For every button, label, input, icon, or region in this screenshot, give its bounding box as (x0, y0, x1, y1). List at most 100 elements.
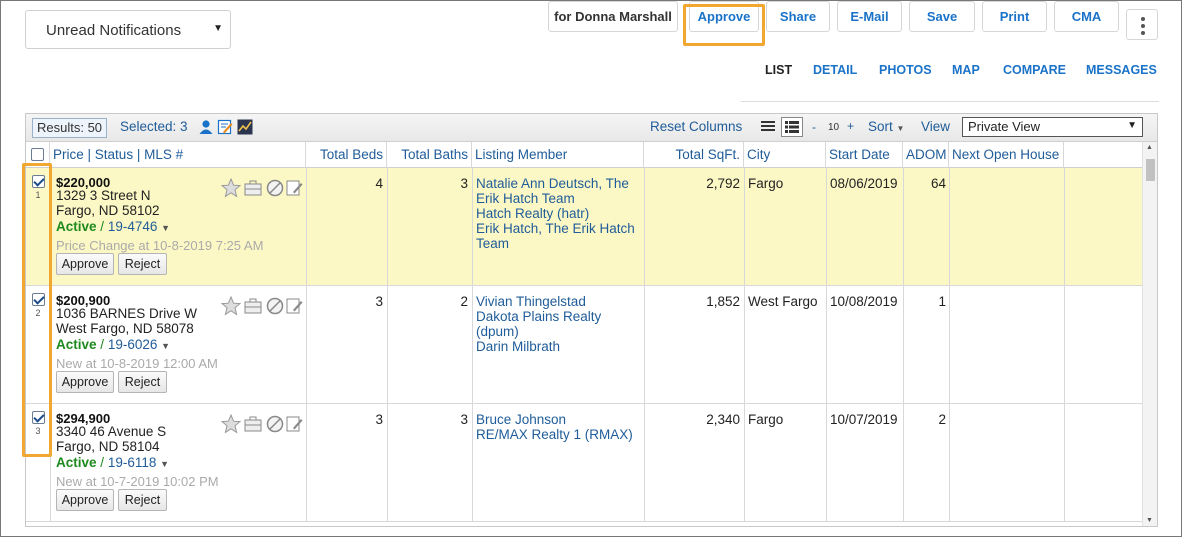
person-icon[interactable] (198, 119, 214, 135)
print-button[interactable]: Print (982, 1, 1047, 32)
member-line: RE/MAX Realty 1 (RMAX) (476, 427, 633, 442)
share-button[interactable]: Share (766, 1, 830, 32)
selected-count[interactable]: Selected: 3 (120, 119, 188, 134)
favorite-star-icon[interactable] (221, 296, 241, 316)
row-checkbox[interactable] (32, 175, 45, 188)
row-checkbox[interactable] (32, 411, 45, 424)
email-button[interactable]: E-Mail (837, 1, 902, 32)
listing-member[interactable]: Natalie Ann Deutsch, The Erik Hatch Team… (476, 176, 641, 251)
view-select[interactable]: Private View ▼ (962, 117, 1143, 137)
approve-button[interactable]: Approve (689, 1, 759, 32)
market-chart-icon[interactable] (237, 119, 253, 135)
adom-value: 2 (938, 412, 946, 427)
edit-notes-icon[interactable] (217, 119, 233, 135)
notes-icon[interactable] (285, 414, 305, 434)
blank-column-header (1064, 142, 1143, 168)
start-date: 10/08/2019 (830, 294, 898, 309)
scrollbar-thumb[interactable] (1146, 159, 1155, 181)
table-row[interactable]: 1 $220,000 1329 3 Street N Fargo, ND 581… (26, 168, 1143, 286)
listing-member[interactable]: Vivian Thingelstad Dakota Plains Realty … (476, 294, 641, 354)
reject-listing-button[interactable]: Reject (118, 371, 167, 393)
tab-compare[interactable]: COMPARE (1003, 63, 1066, 77)
chevron-down-icon: ▼ (1127, 120, 1137, 131)
scroll-down-icon[interactable]: ▼ (1146, 517, 1153, 524)
grid-scrollbar[interactable]: ▲ ▼ (1142, 142, 1157, 526)
notes-icon[interactable] (285, 178, 305, 198)
chevron-down-icon: ▼ (896, 124, 905, 133)
chevron-down-icon[interactable]: ▼ (161, 223, 170, 233)
sort-dropdown[interactable]: Sort ▼ (868, 119, 904, 134)
member-line: Erik Hatch Team (476, 191, 575, 206)
approve-listing-button[interactable]: Approve (56, 253, 114, 275)
price-column-header[interactable]: Price (53, 147, 84, 162)
reject-listing-button[interactable]: Reject (118, 253, 167, 275)
listing-grid: Results: 50 Selected: 3 Reset Columns - … (25, 113, 1158, 527)
briefcase-icon[interactable] (243, 178, 263, 198)
listing-member[interactable]: Bruce Johnson RE/MAX Realty 1 (RMAX) (476, 412, 641, 442)
start-date-column-header[interactable]: Start Date (826, 142, 903, 168)
grid-header: Price | Status | MLS # Total Beds Total … (26, 142, 1157, 168)
listing-city: Fargo (748, 412, 784, 427)
listing-status: Active / 19-6026 ▼ (56, 337, 171, 352)
chevron-down-icon[interactable]: ▼ (161, 341, 170, 351)
notifications-dropdown[interactable]: Unread Notifications ▼ (25, 10, 231, 49)
listing-change-note: New at 10-7-2019 10:02 PM (56, 474, 219, 489)
city-column-header[interactable]: City (744, 142, 826, 168)
approve-listing-button[interactable]: Approve (56, 371, 114, 393)
mls-number-link[interactable]: 19-4746 (108, 219, 158, 234)
start-date: 10/07/2019 (830, 412, 898, 427)
reject-listing-button[interactable]: Reject (118, 489, 167, 511)
tab-list[interactable]: LIST (765, 63, 792, 77)
member-line: Bruce Johnson (476, 412, 567, 427)
briefcase-icon[interactable] (243, 296, 263, 316)
chevron-down-icon[interactable]: ▼ (160, 459, 169, 469)
briefcase-icon[interactable] (243, 414, 263, 434)
mls-number-link[interactable]: 19-6118 (108, 455, 157, 470)
row-action-icons (221, 414, 303, 434)
listing-city-state-zip: West Fargo, ND 58078 (56, 321, 194, 336)
favorite-star-icon[interactable] (221, 178, 241, 198)
beds-column-header[interactable]: Total Beds (306, 142, 387, 168)
baths-column-header[interactable]: Total Baths (387, 142, 472, 168)
per-page-decrease[interactable]: - (812, 120, 816, 134)
view-tabs: LIST DETAIL PHOTOS MAP COMPARE MESSAGES (741, 63, 1158, 93)
chevron-down-icon: ▼ (213, 23, 223, 34)
total-beds: 4 (375, 176, 383, 191)
hide-listing-icon[interactable] (265, 178, 285, 198)
status-column-header[interactable]: Status (95, 147, 133, 162)
favorite-star-icon[interactable] (221, 414, 241, 434)
open-house-column-header[interactable]: Next Open House (949, 142, 1064, 168)
mls-number-link[interactable]: 19-6026 (108, 337, 158, 352)
adom-column-header[interactable]: ADOM (903, 142, 949, 168)
row-checkbox[interactable] (32, 293, 45, 306)
save-button-label: Save (926, 9, 958, 24)
member-column-header[interactable]: Listing Member (472, 142, 644, 168)
tab-photos[interactable]: PHOTOS (879, 63, 932, 77)
detail-list-view-icon[interactable] (781, 117, 803, 137)
member-line: Erik Hatch, The Erik Hatch (476, 221, 635, 236)
cma-button-label: CMA (1071, 9, 1102, 24)
listing-address: 3340 46 Avenue S (56, 424, 167, 439)
tab-messages[interactable]: MESSAGES (1086, 63, 1157, 77)
listing-city-state-zip: Fargo, ND 58102 (56, 203, 160, 218)
hide-listing-icon[interactable] (265, 414, 285, 434)
reset-columns-link[interactable]: Reset Columns (650, 119, 742, 134)
save-button[interactable]: Save (909, 1, 975, 32)
tab-detail[interactable]: DETAIL (813, 63, 857, 77)
per-page-increase[interactable]: + (847, 119, 854, 133)
client-name-button[interactable]: for Donna Marshall (548, 1, 678, 32)
table-row[interactable]: 2 $200,900 1036 BARNES Drive W West Farg… (26, 286, 1143, 404)
scroll-up-icon[interactable]: ▲ (1146, 144, 1153, 151)
hide-listing-icon[interactable] (265, 296, 285, 316)
mls-column-header[interactable]: MLS # (144, 147, 183, 162)
tab-map[interactable]: MAP (952, 63, 980, 77)
more-options-icon[interactable] (1126, 9, 1158, 40)
table-row[interactable]: 3 $294,900 3340 46 Avenue S Fargo, ND 58… (26, 404, 1143, 522)
select-all-checkbox[interactable] (31, 148, 44, 161)
notes-icon[interactable] (285, 296, 305, 316)
member-line: Natalie Ann Deutsch, The (476, 176, 629, 191)
sqft-column-header[interactable]: Total SqFt. (644, 142, 744, 168)
cma-button[interactable]: CMA (1054, 1, 1119, 32)
approve-listing-button[interactable]: Approve (56, 489, 114, 511)
list-view-icon[interactable] (761, 120, 775, 133)
